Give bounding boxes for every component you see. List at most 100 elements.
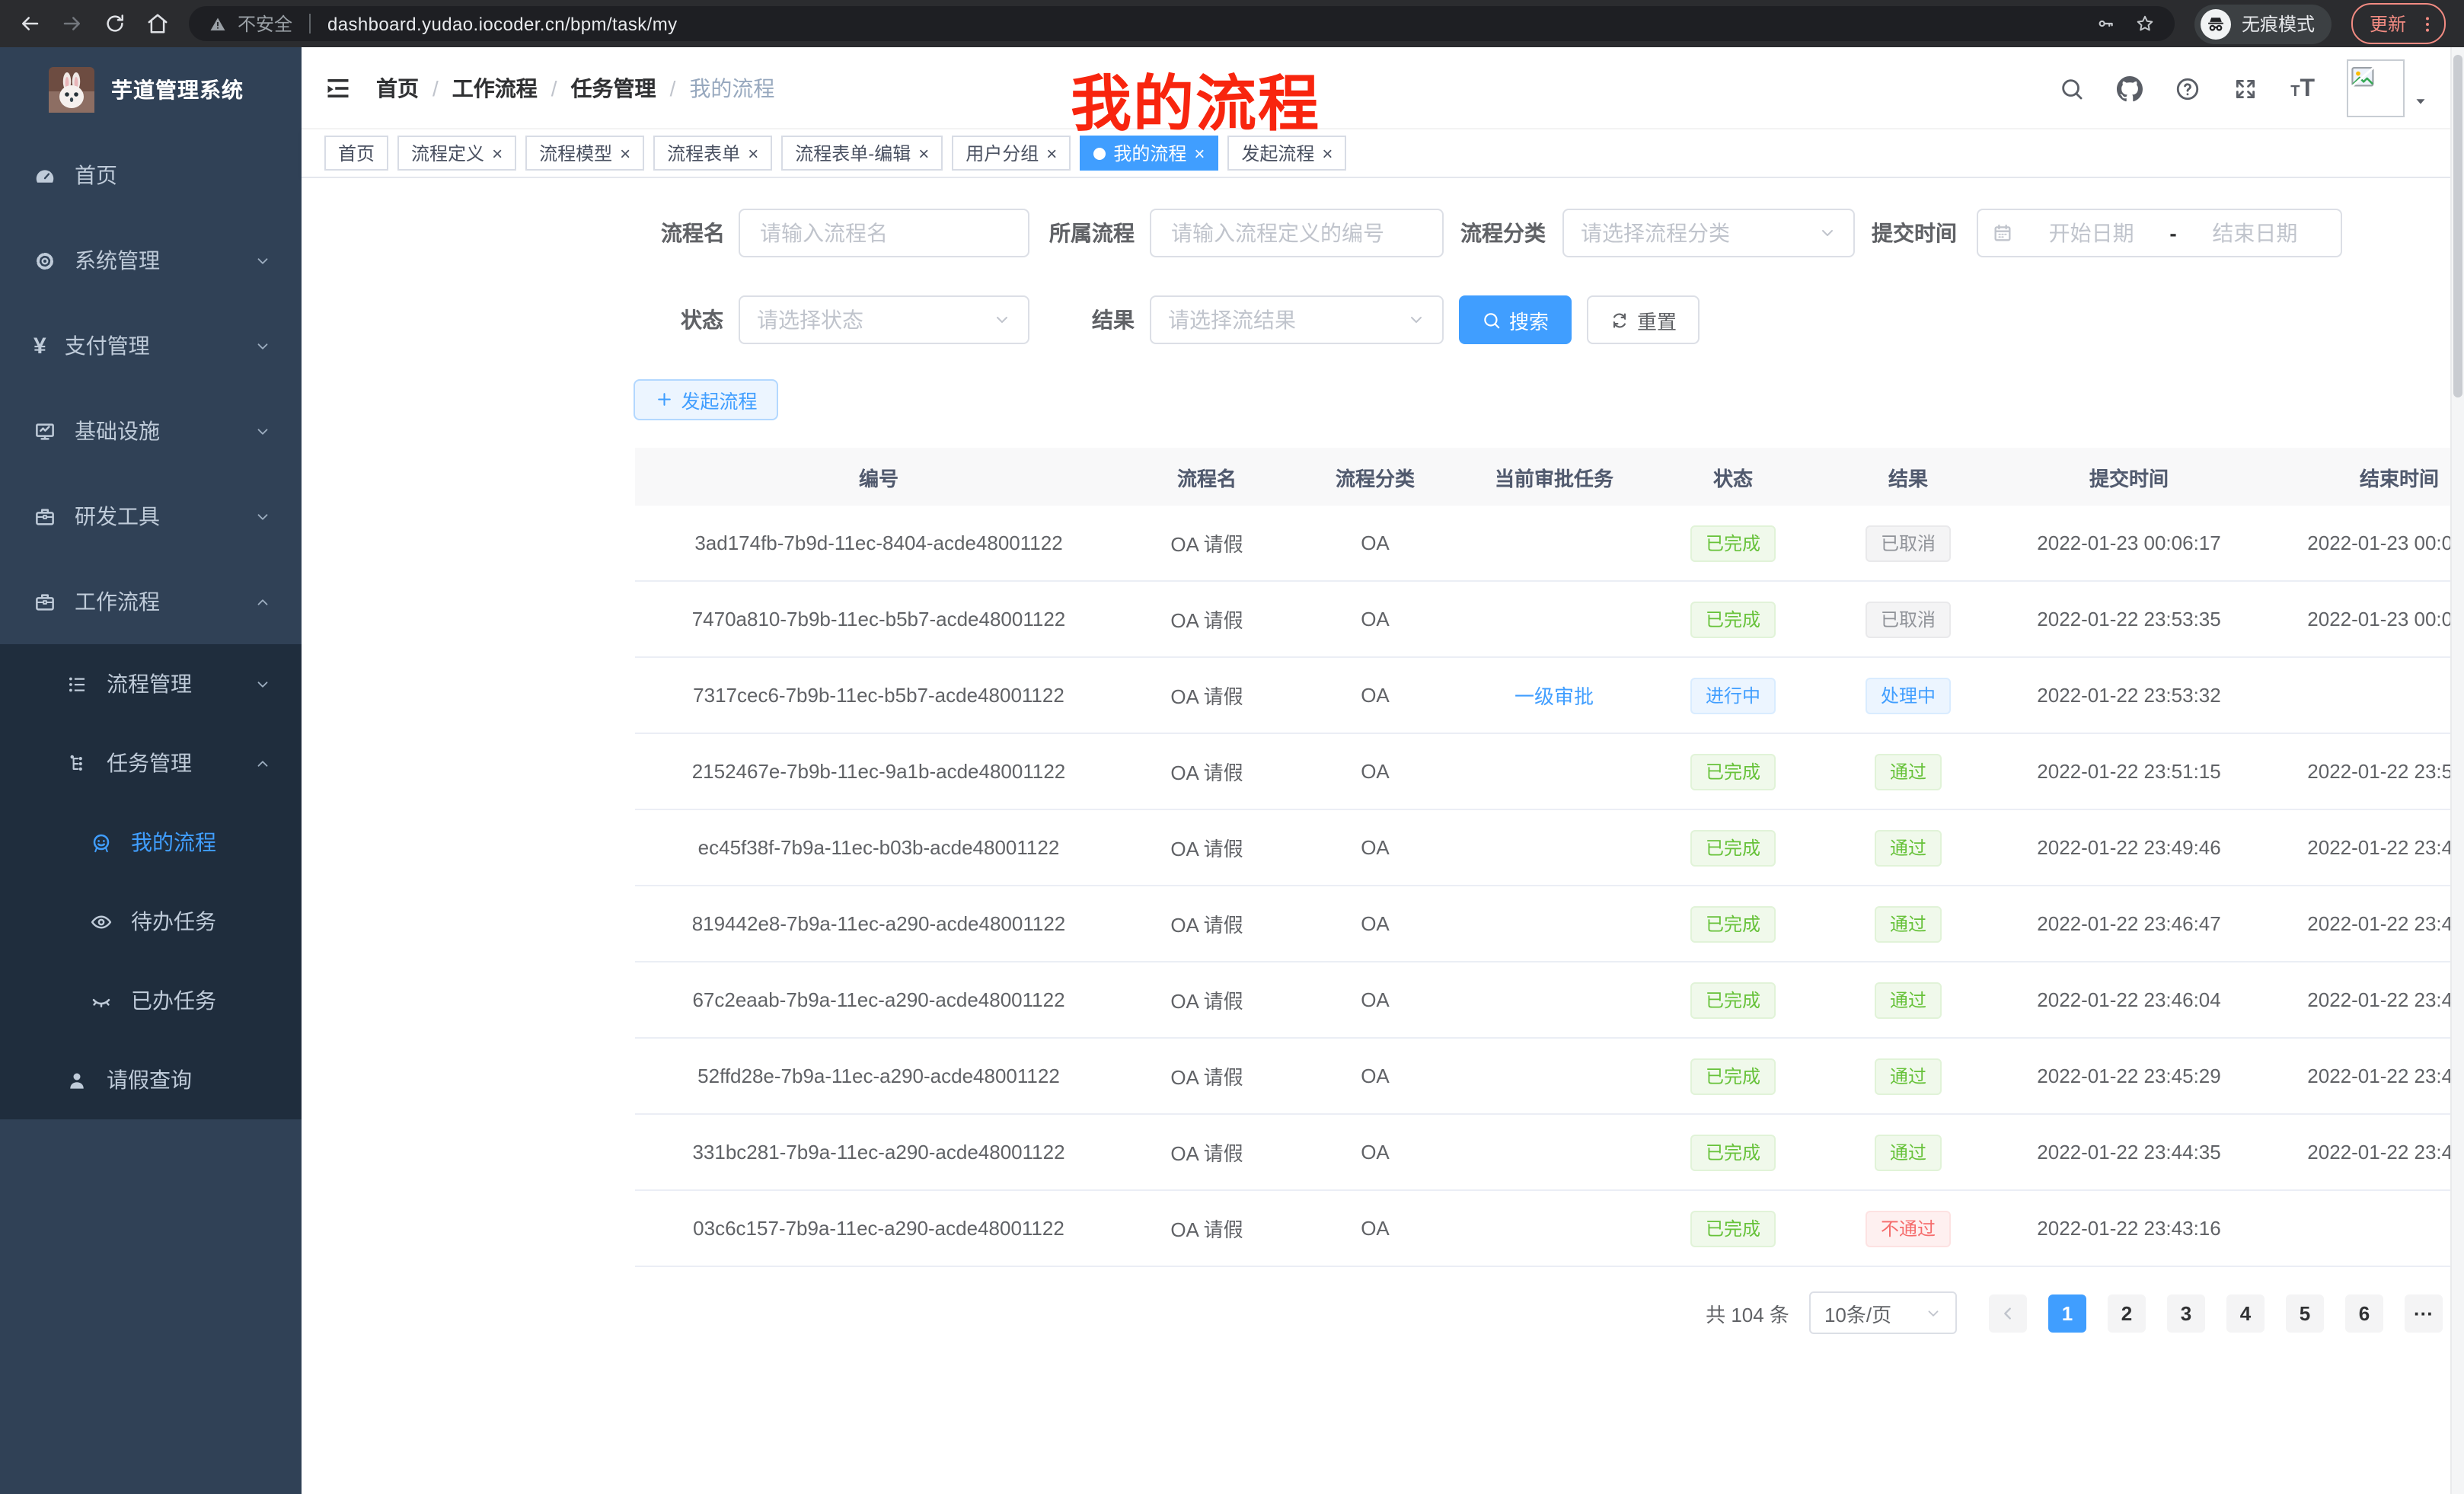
- category-select[interactable]: 请选择流程分类: [1562, 209, 1855, 257]
- cell-status: 已完成: [1649, 601, 1817, 637]
- cell-status: 已完成: [1649, 1134, 1817, 1170]
- close-icon[interactable]: ×: [1046, 144, 1057, 162]
- breadcrumb-item[interactable]: 工作流程: [452, 72, 538, 103]
- status-badge: 已完成: [1690, 982, 1776, 1018]
- sidebar-item-首页[interactable]: 首页: [0, 132, 302, 218]
- process-name-input[interactable]: [739, 209, 1029, 257]
- browser-forward-icon[interactable]: [61, 12, 84, 35]
- process-def-field[interactable]: [1168, 219, 1425, 247]
- tab-流程表单[interactable]: 流程表单×: [653, 136, 772, 171]
- page-button-1[interactable]: 1: [2048, 1294, 2086, 1332]
- breadcrumb-item[interactable]: 任务管理: [571, 72, 656, 103]
- breadcrumb-item[interactable]: 首页: [376, 72, 419, 103]
- calendar-icon: [1992, 222, 2013, 244]
- browser-back-icon[interactable]: [18, 12, 41, 35]
- briefcase-icon: [34, 590, 56, 613]
- tab-流程表单-编辑[interactable]: 流程表单-编辑×: [781, 136, 943, 171]
- result-select[interactable]: 请选择流结果: [1150, 295, 1444, 344]
- chevron-up-icon: [254, 593, 271, 610]
- page-button-4[interactable]: 4: [2226, 1294, 2265, 1332]
- sidebar-collapse-icon[interactable]: [324, 74, 352, 101]
- sidebar-item-研发工具[interactable]: 研发工具: [0, 474, 302, 559]
- page-button-3[interactable]: 3: [2167, 1294, 2205, 1332]
- scrollbar-thumb[interactable]: [2453, 55, 2462, 397]
- prev-page-button[interactable]: [1989, 1294, 2027, 1332]
- result-badge: 已取消: [1866, 601, 1951, 637]
- user-avatar-menu[interactable]: [2347, 59, 2429, 117]
- close-icon[interactable]: ×: [1194, 144, 1205, 162]
- cell-submit-time: 2022-01-22 23:53:32: [2000, 684, 2258, 707]
- tab-流程模型[interactable]: 流程模型×: [525, 136, 644, 171]
- cell-process-name: OA 请假: [1122, 605, 1291, 634]
- github-icon[interactable]: [2117, 75, 2143, 101]
- sidebar-item-已办任务[interactable]: 已办任务: [0, 961, 302, 1040]
- monitor-icon: [34, 420, 56, 442]
- chevron-up-icon: [254, 755, 271, 771]
- app-logo-row[interactable]: 芋道管理系统: [0, 47, 302, 132]
- process-name-field[interactable]: [757, 219, 1011, 247]
- page-button-6[interactable]: 6: [2345, 1294, 2383, 1332]
- chevron-down-icon: [254, 423, 271, 439]
- sidebar-item-任务管理[interactable]: 任务管理: [0, 723, 302, 803]
- close-icon[interactable]: ×: [620, 144, 630, 162]
- sidebar-item-系统管理[interactable]: 系统管理: [0, 218, 302, 303]
- cell-end-time: 2022-01-23 00:08:41: [2258, 608, 2464, 630]
- process-def-input[interactable]: [1150, 209, 1444, 257]
- help-icon[interactable]: [2175, 75, 2201, 101]
- page-scrollbar[interactable]: [2450, 47, 2464, 1494]
- page-size-select[interactable]: 10条/页: [1809, 1291, 1957, 1334]
- breadcrumb: 首页/工作流程/任务管理/我的流程: [376, 72, 774, 103]
- sidebar-item-待办任务[interactable]: 待办任务: [0, 882, 302, 961]
- close-icon[interactable]: ×: [1322, 144, 1333, 162]
- tab-流程定义[interactable]: 流程定义×: [397, 136, 516, 171]
- chevron-down-icon: [1818, 224, 1837, 242]
- sidebar-item-基础设施[interactable]: 基础设施: [0, 388, 302, 474]
- cell-id: 7470a810-7b9b-11ec-b5b7-acde48001122: [635, 608, 1122, 630]
- cell-process-name: OA 请假: [1122, 1061, 1291, 1090]
- browser-home-icon[interactable]: [146, 12, 169, 35]
- tree-icon: [65, 752, 88, 774]
- cell-process-name: OA 请假: [1122, 1138, 1291, 1167]
- update-label: 更新: [2370, 11, 2406, 37]
- result-badge: 通过: [1875, 829, 1942, 866]
- cell-category: OA: [1291, 608, 1459, 630]
- tab-首页[interactable]: 首页: [324, 136, 388, 171]
- page-button-2[interactable]: 2: [2108, 1294, 2146, 1332]
- browser-menu-icon[interactable]: [2417, 13, 2438, 34]
- submit-time-range-picker[interactable]: 开始日期 - 结束日期: [1977, 209, 2342, 257]
- tab-用户分组[interactable]: 用户分组×: [952, 136, 1071, 171]
- password-key-icon[interactable]: [2095, 14, 2115, 34]
- browser-reload-icon[interactable]: [104, 12, 126, 35]
- table-row: 52ffd28e-7b9a-11ec-a290-acde48001122OA 请…: [635, 1039, 2464, 1115]
- task-link[interactable]: 一级审批: [1514, 685, 1594, 708]
- browser-update-button[interactable]: 更新: [2351, 3, 2446, 44]
- sidebar-item-流程管理[interactable]: 流程管理: [0, 644, 302, 723]
- cell-category: OA: [1291, 684, 1459, 707]
- status-select[interactable]: 请选择状态: [739, 295, 1029, 344]
- list-icon: [65, 672, 88, 695]
- chevron-down-icon: [254, 508, 271, 525]
- start-date-placeholder: 开始日期: [2019, 218, 2163, 248]
- sidebar-item-我的流程[interactable]: 我的流程: [0, 803, 302, 882]
- reset-button[interactable]: 重置: [1587, 295, 1700, 344]
- close-icon[interactable]: ×: [492, 144, 503, 162]
- page-button-5[interactable]: 5: [2286, 1294, 2324, 1332]
- bookmark-star-icon[interactable]: [2135, 14, 2155, 34]
- close-icon[interactable]: ×: [918, 144, 929, 162]
- cell-status: 已完成: [1649, 829, 1817, 866]
- cell-category: OA: [1291, 532, 1459, 554]
- sidebar-item-支付管理[interactable]: ¥支付管理: [0, 303, 302, 388]
- result-badge: 通过: [1875, 982, 1942, 1018]
- header-search-icon[interactable]: [2059, 75, 2085, 101]
- result-badge: 通过: [1875, 905, 1942, 942]
- close-icon[interactable]: ×: [748, 144, 758, 162]
- sidebar-item-请假查询[interactable]: 请假查询: [0, 1040, 302, 1119]
- fullscreen-icon[interactable]: [2233, 75, 2258, 101]
- start-process-button[interactable]: 发起流程: [634, 379, 778, 420]
- chevron-down-icon: [254, 337, 271, 354]
- address-bar[interactable]: 不安全 dashboard.yudao.iocoder.cn/bpm/task/…: [189, 6, 2175, 41]
- font-size-icon[interactable]: TT: [2290, 77, 2315, 101]
- page-button-···[interactable]: ···: [2405, 1294, 2443, 1332]
- sidebar-item-工作流程[interactable]: 工作流程: [0, 559, 302, 644]
- search-button[interactable]: 搜索: [1459, 295, 1572, 344]
